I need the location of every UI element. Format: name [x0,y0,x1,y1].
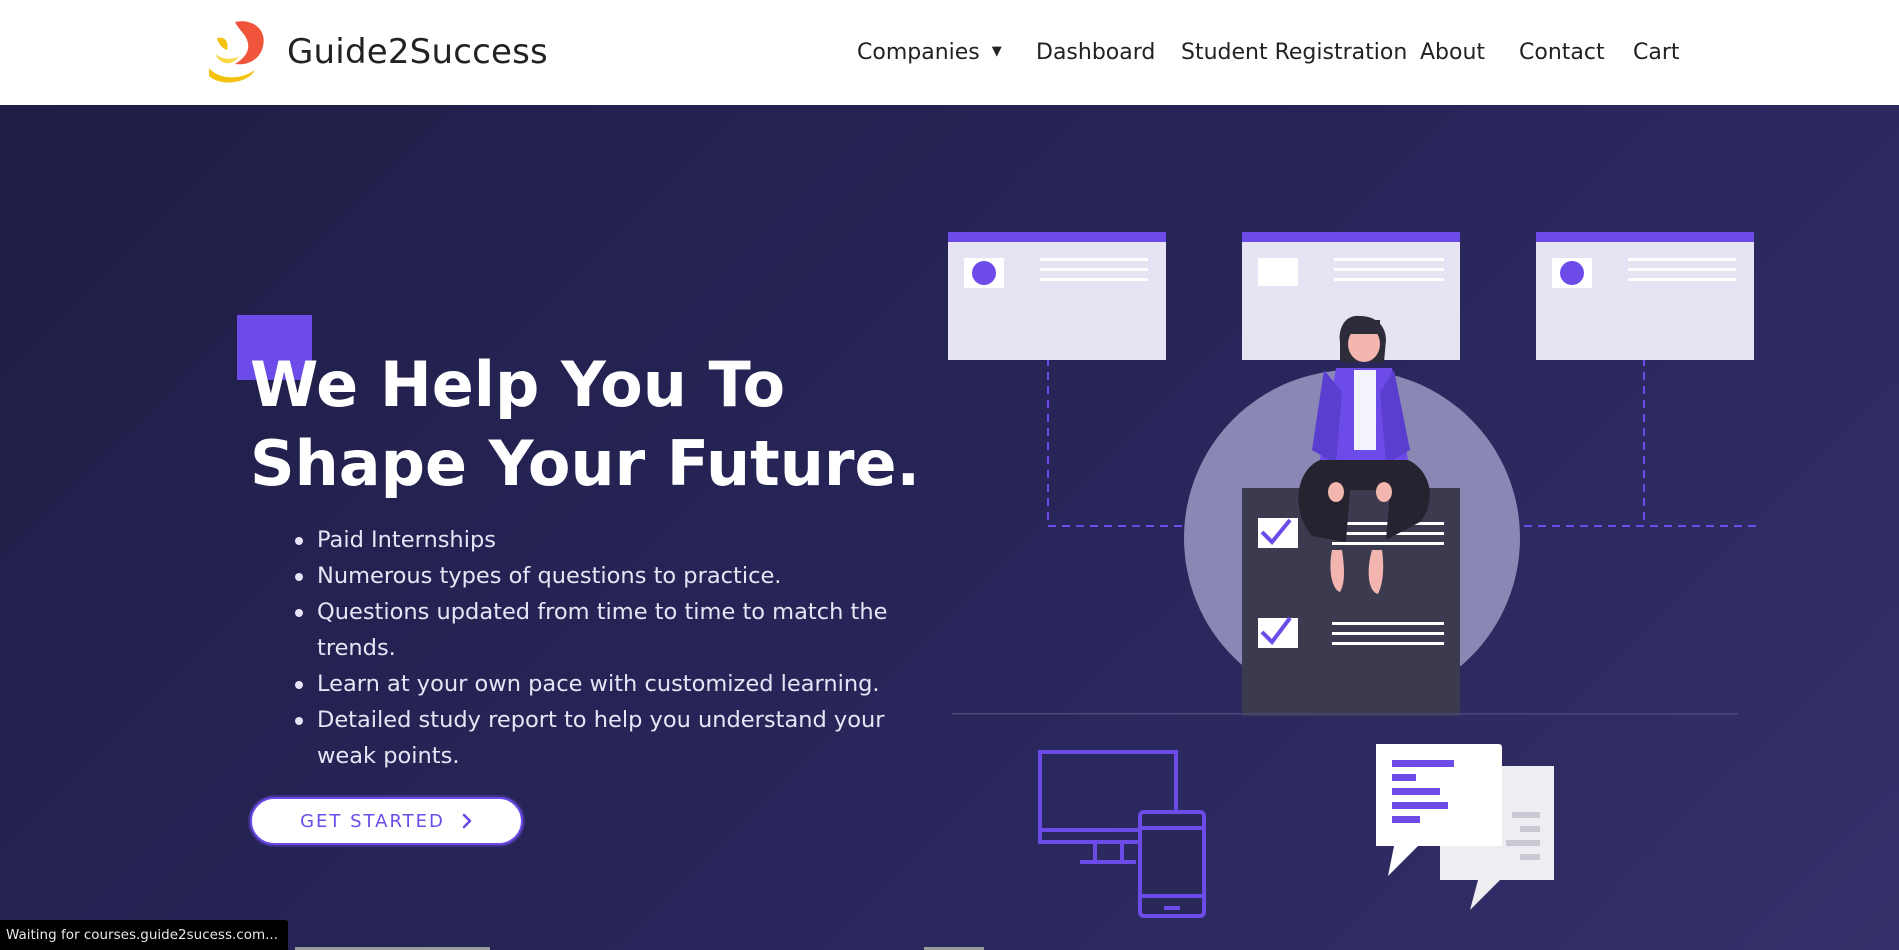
list-item: Numerous types of questions to practice. [295,558,937,594]
nav-item-companies[interactable]: Companies ▼ [857,40,1002,65]
get-started-button[interactable]: GET STARTED [250,797,523,845]
profile-card-right [1536,232,1754,360]
nav-item-contact[interactable]: Contact [1519,40,1605,65]
get-started-label: GET STARTED [300,810,445,832]
list-item: Paid Internships [295,522,937,558]
headline-line-2: Shape Your Future. [250,427,921,500]
main-nav: Companies ▼ Dashboard Student Registratio… [0,40,1899,70]
chevron-right-icon [462,813,472,829]
list-item: Learn at your own pace with customized l… [295,666,937,702]
nav-item-about[interactable]: About [1420,40,1485,65]
nav-item-cart[interactable]: Cart [1633,40,1680,65]
ground-line [952,713,1738,715]
feature-list: Paid Internships Numerous types of quest… [295,522,937,774]
headline-line-1: We Help You To [250,348,786,421]
nav-item-dashboard[interactable]: Dashboard [1036,40,1155,65]
list-item: Questions updated from time to time to m… [295,594,937,666]
chat-bubbles-icon [1376,744,1554,910]
list-item: Detailed study report to help you unders… [295,702,937,774]
caret-down-icon: ▼ [991,44,1002,59]
hero-headline: We Help You To Shape Your Future. [250,345,950,503]
devices-icon [1038,750,1206,918]
browser-status-bar: Waiting for courses.guide2sucess.com... [0,920,288,950]
nav-item-label: Companies [857,40,980,65]
profile-card-left [948,232,1166,360]
site-header: Guide2Success Companies ▼ Dashboard Stude… [0,0,1899,105]
checklist-board [1242,488,1460,716]
hero-illustration [948,232,1760,918]
nav-item-student-registration[interactable]: Student Registration [1181,40,1407,65]
